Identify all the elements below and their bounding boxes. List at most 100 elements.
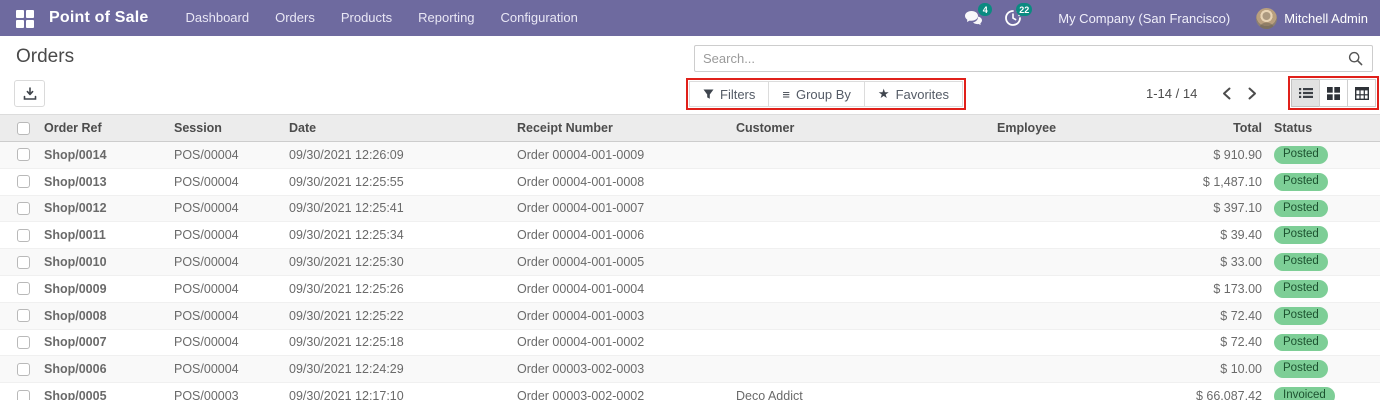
cell-order-ref: Shop/0009 <box>40 275 170 303</box>
table-row[interactable]: Shop/0007 POS/00004 09/30/2021 12:25:18 … <box>0 329 1380 357</box>
kanban-view-button[interactable] <box>1319 79 1348 107</box>
apps-menu-icon[interactable] <box>16 9 34 28</box>
row-checkbox[interactable] <box>17 175 30 189</box>
filters-button[interactable]: Filters <box>689 81 770 107</box>
cell-session: POS/00004 <box>170 302 285 330</box>
pivot-view-icon <box>1354 86 1369 100</box>
table-header-row: Order Ref Session Date Receipt Number Cu… <box>0 114 1380 142</box>
export-button[interactable] <box>14 80 45 107</box>
nav-reporting[interactable]: Reporting <box>405 0 487 36</box>
cell-order-ref: Shop/0008 <box>40 302 170 330</box>
cell-employee <box>993 275 1108 303</box>
activities-button[interactable]: 22 <box>1000 3 1033 31</box>
row-checkbox[interactable] <box>17 255 30 269</box>
star-icon: ★ <box>877 86 890 101</box>
search-input[interactable] <box>695 51 1348 66</box>
cell-date: 09/30/2021 12:25:22 <box>285 302 513 330</box>
row-checkbox[interactable] <box>17 362 30 376</box>
filter-toolbar-annotation-box: Filters ≡ Group By ★ Favorites <box>686 78 967 110</box>
cell-date: 09/30/2021 12:25:18 <box>285 329 513 357</box>
user-menu[interactable]: Mitchell Admin <box>1256 7 1368 29</box>
table-row[interactable]: Shop/0011 POS/00004 09/30/2021 12:25:34 … <box>0 221 1380 250</box>
row-checkbox[interactable] <box>17 389 30 400</box>
header-order-ref[interactable]: Order Ref <box>40 114 170 142</box>
header-session[interactable]: Session <box>170 114 285 142</box>
row-checkbox[interactable] <box>17 228 30 242</box>
cell-customer <box>732 168 993 196</box>
filters-label: Filters <box>720 86 756 102</box>
cell-session: POS/00004 <box>170 221 285 250</box>
row-select-cell <box>0 248 40 276</box>
cell-status: Posted <box>1270 302 1380 330</box>
list-view-icon <box>1298 87 1313 99</box>
pager: 1-14 / 14 <box>1146 82 1265 104</box>
cell-date: 09/30/2021 12:17:10 <box>285 382 513 400</box>
orders-table: Order Ref Session Date Receipt Number Cu… <box>0 114 1380 400</box>
row-select-cell <box>0 382 40 400</box>
status-badge: Posted <box>1274 146 1328 164</box>
header-customer[interactable]: Customer <box>732 114 993 142</box>
cell-date: 09/30/2021 12:24:29 <box>285 355 513 384</box>
nav-orders[interactable]: Orders <box>262 0 328 36</box>
row-checkbox[interactable] <box>17 309 30 323</box>
table-row[interactable]: Shop/0014 POS/00004 09/30/2021 12:26:09 … <box>0 141 1380 169</box>
row-checkbox[interactable] <box>17 201 30 215</box>
row-checkbox[interactable] <box>17 282 30 296</box>
cell-order-ref: Shop/0010 <box>40 248 170 276</box>
view-switcher <box>1291 79 1376 107</box>
pager-next-button[interactable] <box>1239 82 1265 104</box>
nav-dashboard[interactable]: Dashboard <box>173 0 263 36</box>
view-switcher-annotation-box <box>1288 76 1379 110</box>
orders-table-body: Shop/0014 POS/00004 09/30/2021 12:26:09 … <box>0 141 1380 400</box>
table-row[interactable]: Shop/0005 POS/00003 09/30/2021 12:17:10 … <box>0 382 1380 400</box>
cell-date: 09/30/2021 12:25:30 <box>285 248 513 276</box>
search-icon[interactable] <box>1348 51 1363 66</box>
list-view-button[interactable] <box>1291 79 1320 107</box>
header-date[interactable]: Date <box>285 114 513 142</box>
favorites-button[interactable]: ★ Favorites <box>863 81 964 107</box>
messages-count-badge: 4 <box>978 3 993 16</box>
screen: Point of Sale Dashboard Orders Products … <box>0 0 1380 400</box>
cell-order-ref: Shop/0005 <box>40 382 170 400</box>
select-all-checkbox[interactable] <box>17 121 30 135</box>
app-title[interactable]: Point of Sale <box>49 9 149 27</box>
chevron-left-icon <box>1222 87 1231 100</box>
cell-session: POS/00004 <box>170 141 285 169</box>
cell-receipt-number: Order 00004-001-0009 <box>513 141 732 169</box>
cell-status: Posted <box>1270 275 1380 303</box>
cell-date: 09/30/2021 12:26:09 <box>285 141 513 169</box>
cell-total: $ 39.40 <box>1108 221 1270 250</box>
table-row[interactable]: Shop/0006 POS/00004 09/30/2021 12:24:29 … <box>0 355 1380 384</box>
table-row[interactable]: Shop/0013 POS/00004 09/30/2021 12:25:55 … <box>0 168 1380 196</box>
row-select-cell <box>0 302 40 330</box>
row-checkbox[interactable] <box>17 148 30 162</box>
table-row[interactable]: Shop/0012 POS/00004 09/30/2021 12:25:41 … <box>0 195 1380 223</box>
row-select-cell <box>0 275 40 303</box>
company-switcher[interactable]: My Company (San Francisco) <box>1058 11 1230 26</box>
messages-button[interactable]: 4 <box>960 3 993 31</box>
cell-receipt-number: Order 00004-001-0007 <box>513 195 732 223</box>
header-status[interactable]: Status <box>1270 114 1380 142</box>
table-row[interactable]: Shop/0009 POS/00004 09/30/2021 12:25:26 … <box>0 275 1380 303</box>
pivot-view-button[interactable] <box>1347 79 1376 107</box>
header-total[interactable]: Total <box>1108 114 1270 142</box>
row-checkbox[interactable] <box>17 335 30 349</box>
header-employee[interactable]: Employee <box>993 114 1108 142</box>
pager-previous-button[interactable] <box>1213 82 1239 104</box>
cell-receipt-number: Order 00003-002-0003 <box>513 355 732 384</box>
status-badge: Posted <box>1274 279 1328 298</box>
header-receipt-number[interactable]: Receipt Number <box>513 114 732 142</box>
table-row[interactable]: Shop/0010 POS/00004 09/30/2021 12:25:30 … <box>0 248 1380 276</box>
status-badge: Posted <box>1274 172 1328 191</box>
table-row[interactable]: Shop/0008 POS/00004 09/30/2021 12:25:22 … <box>0 302 1380 330</box>
nav-configuration[interactable]: Configuration <box>488 0 591 36</box>
group-by-button[interactable]: ≡ Group By <box>768 81 865 107</box>
nav-products[interactable]: Products <box>328 0 405 36</box>
filter-funnel-icon <box>703 89 714 100</box>
select-all-header[interactable] <box>0 114 40 142</box>
status-badge: Posted <box>1274 226 1328 245</box>
cell-total: $ 910.90 <box>1108 141 1270 169</box>
cell-receipt-number: Order 00004-001-0002 <box>513 329 732 357</box>
filter-toolbar: Filters ≡ Group By ★ Favorites <box>689 81 964 107</box>
cell-status: Posted <box>1270 355 1380 384</box>
